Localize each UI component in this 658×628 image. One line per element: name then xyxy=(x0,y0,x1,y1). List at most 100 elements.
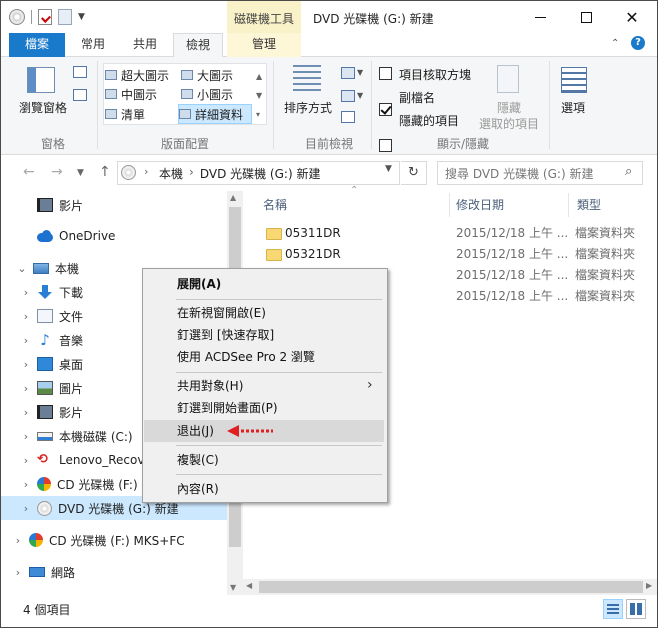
recent-locations-icon[interactable]: ▼ xyxy=(77,168,84,178)
file-extensions-checkbox[interactable] xyxy=(379,103,392,116)
sort-by-button[interactable]: 排序方式 xyxy=(284,99,332,116)
group-by-icon[interactable] xyxy=(341,67,355,79)
divider xyxy=(371,61,372,149)
chevron-right-icon[interactable]: › xyxy=(19,430,33,443)
menu-item-copy[interactable]: 複製(C) xyxy=(144,449,384,471)
size-columns-icon[interactable] xyxy=(341,111,355,123)
chevron-right-icon[interactable]: › xyxy=(19,310,33,323)
layout-large-icons[interactable]: 大圖示 xyxy=(181,65,257,85)
divider xyxy=(97,61,98,149)
breadcrumb: 本機 › DVD 光碟機 (G:) 新建 xyxy=(159,165,320,182)
close-button[interactable]: ✕ xyxy=(609,1,655,33)
options-button[interactable]: 選項 xyxy=(561,99,585,116)
divider[interactable] xyxy=(568,193,569,217)
chevron-right-icon[interactable]: › xyxy=(19,286,33,299)
breadcrumb-dvd-drive[interactable]: DVD 光碟機 (G:) 新建 xyxy=(200,165,321,182)
documents-icon xyxy=(37,309,53,323)
details-pane-icon[interactable] xyxy=(73,89,87,101)
breadcrumb-chevron-icon[interactable]: › xyxy=(144,165,148,178)
chevron-right-icon[interactable]: › xyxy=(19,406,33,419)
menu-item-browse-acdsee[interactable]: 使用 ACDSee Pro 2 瀏覽 xyxy=(144,346,384,368)
preview-pane-icon[interactable] xyxy=(73,66,87,78)
search-placeholder: 搜尋 DVD 光碟機 (G:) 新建 xyxy=(445,167,594,181)
new-folder-icon[interactable] xyxy=(58,9,72,25)
maximize-icon xyxy=(580,11,592,23)
options-icon[interactable] xyxy=(561,67,587,93)
chevron-right-icon[interactable]: › xyxy=(19,502,33,515)
menu-item-expand[interactable]: 展開(A) xyxy=(144,273,384,295)
menu-item-pin-quick-access[interactable]: 釘選到 [快速存取] xyxy=(144,324,384,346)
tab-view[interactable]: 檢視 xyxy=(173,33,223,58)
large-icons-view-button[interactable] xyxy=(626,599,646,619)
details-view-button[interactable] xyxy=(603,599,623,619)
tab-share[interactable]: 共用 xyxy=(125,33,165,57)
chevron-right-icon[interactable]: › xyxy=(19,334,33,347)
chevron-down-icon[interactable]: ▼ xyxy=(78,12,85,22)
nav-item-videos-quick[interactable]: 影片 xyxy=(1,193,227,217)
nav-item-cd-drive-mks[interactable]: › CD 光碟機 (F:) MKS+FC xyxy=(1,528,227,552)
scroll-up-icon[interactable]: ▲ xyxy=(230,193,236,202)
navigation-pane-icon[interactable] xyxy=(27,67,55,93)
nav-item-network[interactable]: › 網路 xyxy=(1,560,227,584)
maximize-button[interactable] xyxy=(563,1,609,33)
scroll-down-icon[interactable]: ▼ xyxy=(230,583,236,592)
menu-item-share-with[interactable]: 共用對象(H) xyxy=(144,375,384,397)
chevron-right-icon[interactable]: › xyxy=(19,454,33,467)
chevron-down-icon[interactable]: ▼ xyxy=(357,68,363,77)
divider[interactable] xyxy=(449,193,450,217)
collapse-ribbon-icon[interactable]: ⌃ xyxy=(611,38,619,49)
tab-manage[interactable]: 管理 xyxy=(227,33,301,57)
menu-item-pin-start[interactable]: 釘選到開始畫面(P) xyxy=(144,397,384,419)
up-icon[interactable]: ↑ xyxy=(99,164,111,180)
breadcrumb-this-pc[interactable]: 本機 xyxy=(159,165,183,182)
address-history-icon[interactable]: ▼ xyxy=(385,164,392,174)
refresh-button[interactable]: ↻ xyxy=(401,161,427,185)
menu-item-open-new-window[interactable]: 在新視窗開啟(E) xyxy=(144,302,384,324)
music-icon: ♪ xyxy=(40,331,50,349)
drive-icon[interactable] xyxy=(9,9,25,25)
minimize-button[interactable] xyxy=(517,1,563,33)
help-icon[interactable]: ? xyxy=(631,36,645,50)
chevron-right-icon[interactable]: › xyxy=(11,534,25,547)
layout-small-icons[interactable]: 小圖示 xyxy=(181,84,257,104)
search-icon[interactable]: ⌕ xyxy=(625,164,632,179)
chevron-right-icon[interactable]: › xyxy=(19,382,33,395)
folder-icon xyxy=(266,228,282,240)
file-list-scroll-thumb[interactable] xyxy=(259,581,643,593)
table-row[interactable]: 05321DR 2015/12/18 上午 ... 檔案資料夾 xyxy=(259,244,657,265)
layout-scroll-icon[interactable]: ▲ ▼ ▾ xyxy=(256,67,262,124)
tab-home[interactable]: 常用 xyxy=(73,33,113,57)
menu-item-properties[interactable]: 內容(R) xyxy=(144,478,384,500)
chevron-down-icon[interactable]: ⌄ xyxy=(15,262,29,275)
layout-details[interactable]: 詳細資料 xyxy=(178,104,252,124)
navigation-pane-button[interactable]: 瀏覽窗格 xyxy=(19,99,67,116)
add-columns-icon[interactable] xyxy=(341,90,355,102)
nav-item-onedrive[interactable]: OneDrive xyxy=(1,224,227,248)
layout-extra-large-icons[interactable]: 超大圖示 xyxy=(105,65,181,85)
layout-medium-icons[interactable]: 中圖示 xyxy=(105,84,181,104)
chevron-right-icon[interactable]: › xyxy=(11,566,25,579)
chevron-right-icon[interactable]: › xyxy=(19,478,33,491)
tab-file[interactable]: 檔案 xyxy=(9,33,65,57)
chevron-down-icon[interactable]: ▼ xyxy=(357,91,363,100)
item-checkboxes-checkbox[interactable] xyxy=(379,67,392,80)
forward-icon[interactable]: → xyxy=(51,164,63,180)
chevron-right-icon[interactable]: › xyxy=(19,358,33,371)
column-header-name[interactable]: 名稱 xyxy=(263,193,449,217)
table-row[interactable]: 05311DR 2015/12/18 上午 ... 檔案資料夾 xyxy=(259,223,657,244)
submenu-chevron-icon: › xyxy=(367,377,373,393)
sort-by-icon[interactable] xyxy=(293,65,321,95)
scroll-right-icon[interactable]: ▶ xyxy=(646,581,652,590)
details-icon xyxy=(179,109,191,119)
divider xyxy=(176,299,382,300)
column-header-date[interactable]: 修改日期 xyxy=(456,193,568,217)
layout-list[interactable]: 清單 xyxy=(105,104,181,124)
back-icon[interactable]: ← xyxy=(23,164,35,180)
dvd-drive-icon xyxy=(37,500,52,516)
film-icon xyxy=(37,405,53,419)
properties-icon[interactable] xyxy=(38,9,52,25)
status-bar xyxy=(1,595,657,627)
breadcrumb-chevron-icon[interactable]: › xyxy=(189,165,194,182)
column-header-type[interactable]: 類型 xyxy=(577,193,657,217)
scroll-left-icon[interactable]: ◀ xyxy=(246,581,252,590)
